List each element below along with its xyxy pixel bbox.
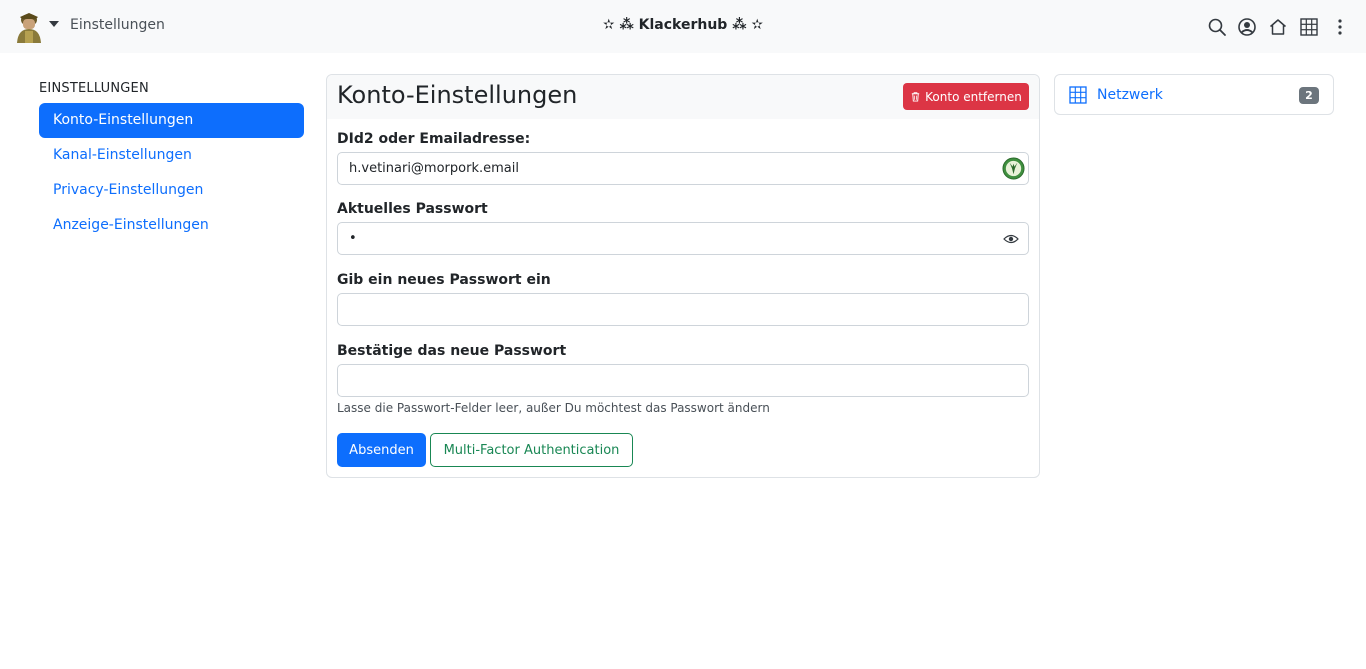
network-widget[interactable]: Netzwerk 2 bbox=[1054, 74, 1334, 115]
trash-icon bbox=[911, 92, 920, 102]
current-password-label: Aktuelles Passwort bbox=[337, 201, 488, 217]
home-icon[interactable] bbox=[1268, 17, 1288, 37]
submit-button[interactable]: Absenden bbox=[337, 433, 426, 467]
account-settings-card: Konto-Einstellungen Konto entfernen DId2… bbox=[326, 74, 1040, 478]
sidebar-item-anzeige[interactable]: Anzeige-Einstellungen bbox=[39, 208, 304, 243]
card-header: Konto-Einstellungen Konto entfernen bbox=[327, 75, 1039, 119]
email-field[interactable] bbox=[337, 152, 1029, 185]
sidebar-item-privacy[interactable]: Privacy-Einstellungen bbox=[39, 173, 304, 208]
remove-account-button[interactable]: Konto entfernen bbox=[903, 83, 1029, 110]
remove-account-label: Konto entfernen bbox=[925, 89, 1022, 104]
sidebar-item-kanal[interactable]: Kanal-Einstellungen bbox=[39, 138, 304, 173]
network-label[interactable]: Netzwerk bbox=[1097, 87, 1163, 103]
new-password-field[interactable] bbox=[337, 293, 1029, 326]
more-vertical-icon[interactable] bbox=[1330, 17, 1350, 37]
site-title[interactable]: ✫ ⁂ Klackerhub ⁂ ✫ bbox=[0, 17, 1366, 33]
network-count-badge: 2 bbox=[1299, 87, 1319, 104]
show-password-eye-icon[interactable] bbox=[1003, 232, 1019, 246]
page-title: Konto-Einstellungen bbox=[337, 81, 578, 109]
password-manager-icon[interactable] bbox=[1002, 157, 1025, 180]
new-password-label: Gib ein neues Passwort ein bbox=[337, 272, 551, 288]
password-hint: Lasse die Passwort-Felder leer, außer Du… bbox=[337, 401, 770, 415]
search-icon[interactable] bbox=[1207, 17, 1227, 37]
top-navbar: Einstellungen ✫ ⁂ Klackerhub ⁂ ✫ bbox=[0, 0, 1366, 53]
network-grid-icon bbox=[1069, 86, 1087, 104]
confirm-password-field[interactable] bbox=[337, 364, 1029, 397]
confirm-password-label: Bestätige das neue Passwort bbox=[337, 343, 567, 359]
mfa-button[interactable]: Multi-Factor Authentication bbox=[430, 433, 633, 467]
email-label: DId2 oder Emailadresse: bbox=[337, 131, 531, 147]
sidebar-heading: Einstellungen bbox=[39, 81, 149, 96]
user-circle-icon[interactable] bbox=[1237, 17, 1257, 37]
current-password-field[interactable] bbox=[337, 222, 1029, 255]
apps-grid-icon[interactable] bbox=[1299, 17, 1319, 37]
sidebar-item-konto[interactable]: Konto-Einstellungen bbox=[39, 103, 304, 138]
